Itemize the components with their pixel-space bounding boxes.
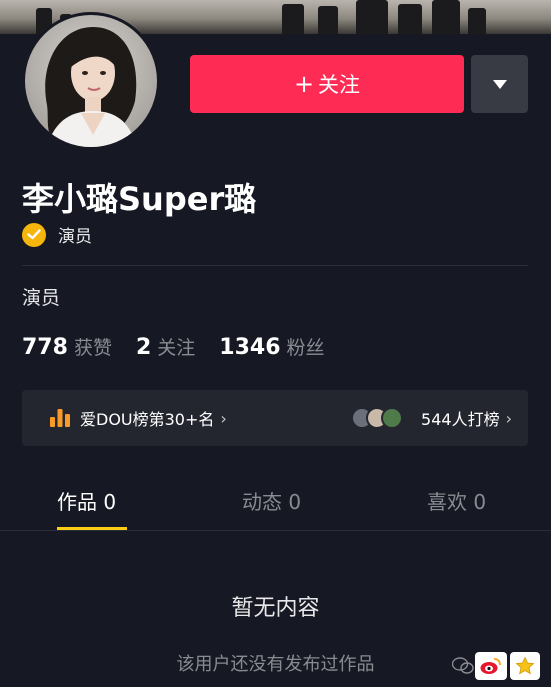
tab-works[interactable]: 作品 0 <box>57 470 116 530</box>
supporters-link[interactable]: 544人打榜 › <box>351 406 512 430</box>
follow-button[interactable]: + 关注 <box>190 55 464 113</box>
rank-bar: 爱DOU榜第30+名 › 544人打榜 › <box>22 390 528 446</box>
supporters-label: 544人打榜 <box>421 410 500 429</box>
stat-following[interactable]: 2 关注 <box>136 333 195 360</box>
dou-rank-link[interactable]: 爱DOU榜第30+名 › <box>50 406 227 430</box>
supporter-avatar <box>381 407 404 429</box>
dou-rank-label: 爱DOU榜第30+名 <box>80 410 215 429</box>
tab-activity[interactable]: 动态 0 <box>242 470 301 530</box>
avatar-image <box>25 15 157 147</box>
favorite-star-icon <box>510 652 540 680</box>
triangle-down-icon <box>492 79 507 89</box>
stat-label: 粉丝 <box>286 337 325 359</box>
stat-label: 获赞 <box>73 337 112 359</box>
stat-followers[interactable]: 1346 粉丝 <box>219 333 324 360</box>
plus-icon: + <box>293 70 315 98</box>
wechat-icon <box>449 652 477 680</box>
stat-number: 1346 <box>219 335 281 360</box>
avatar[interactable] <box>22 12 160 150</box>
profile-stats: 778 获赞 2 关注 1346 粉丝 <box>22 333 349 360</box>
stat-label: 关注 <box>157 337 196 359</box>
chevron-right-icon: › <box>505 408 512 428</box>
chevron-right-icon: › <box>220 408 227 428</box>
stat-number: 2 <box>135 335 152 360</box>
tab-likes[interactable]: 喜欢 0 <box>427 470 486 530</box>
empty-state-title: 暂无内容 <box>231 596 320 621</box>
divider <box>22 265 528 266</box>
follow-label: 关注 <box>318 73 361 97</box>
more-options-button[interactable] <box>471 55 528 113</box>
verification-label: 演员 <box>58 227 92 247</box>
bar-chart-icon <box>50 409 70 427</box>
stat-likes[interactable]: 778 获赞 <box>22 333 112 360</box>
divider <box>0 530 551 531</box>
stat-number: 778 <box>22 335 68 360</box>
profile-bio: 演员 <box>22 287 61 309</box>
profile-name: 李小璐Super璐 <box>22 180 257 218</box>
weibo-icon <box>475 652 507 680</box>
profile-tabs: 作品 0 动态 0 喜欢 0 <box>0 470 551 532</box>
verified-check-icon <box>22 222 46 247</box>
verification-row: 演员 <box>22 222 92 247</box>
supporter-avatars <box>351 407 404 429</box>
